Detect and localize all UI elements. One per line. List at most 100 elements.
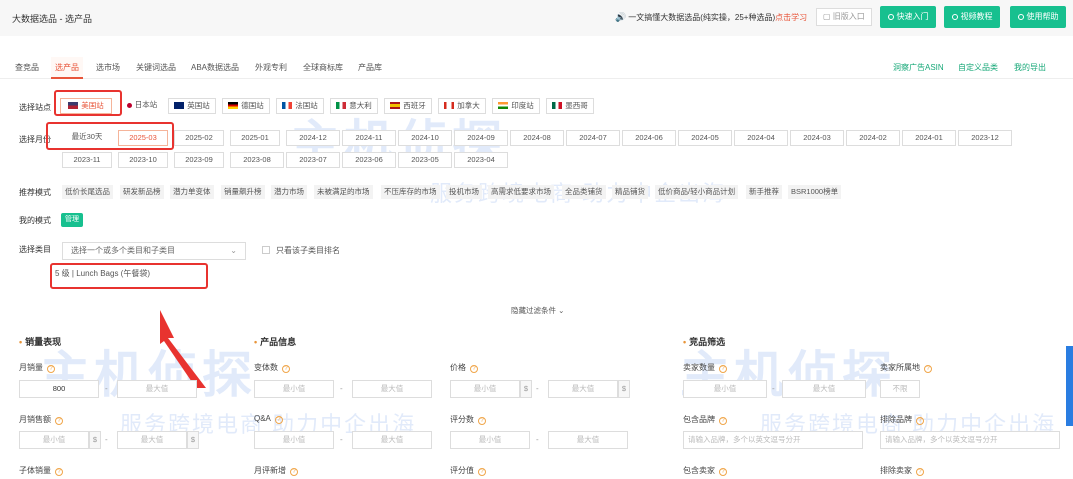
site-jp[interactable]: 日本站 xyxy=(122,98,162,114)
exclude-brand-input[interactable]: 请输入品牌，多个以英文逗号分开 xyxy=(880,431,1060,449)
monthly-revenue-label: 月销售额? xyxy=(19,414,63,425)
site-mx[interactable]: 墨西哥 xyxy=(546,98,594,114)
month-2024-08[interactable]: 2024-08 xyxy=(510,130,564,146)
tab-select-product[interactable]: 选产品 xyxy=(51,57,83,79)
mode-chip[interactable]: 潜力单变体 xyxy=(170,185,214,199)
help-button[interactable]: 使用帮助 xyxy=(1010,6,1066,28)
manage-button[interactable]: 管理 xyxy=(61,213,83,227)
mode-chip[interactable]: 低价长尾选品 xyxy=(62,185,113,199)
learn-link[interactable]: 点击学习 xyxy=(775,13,807,22)
help-icon: ? xyxy=(916,417,924,425)
tab-competitor[interactable]: 查竞品 xyxy=(15,57,39,79)
qa-max[interactable]: 最大值 xyxy=(352,431,432,449)
month-2023-12[interactable]: 2023-12 xyxy=(958,130,1012,146)
old-entry-button[interactable]: ▢ 旧版入口 xyxy=(816,8,872,26)
mode-chip[interactable]: 低价商品/轻小商品计划 xyxy=(655,185,739,199)
de-flag-icon xyxy=(228,102,239,109)
month-2023-07[interactable]: 2023-07 xyxy=(286,152,340,168)
month-2024-05[interactable]: 2024-05 xyxy=(678,130,732,146)
month-2024-03[interactable]: 2024-03 xyxy=(790,130,844,146)
seller-count-min[interactable]: 最小值 xyxy=(683,380,767,398)
help-icon: ? xyxy=(274,416,283,424)
quick-start-button[interactable]: 快速入门 xyxy=(880,6,936,28)
seller-count-max[interactable]: 最大值 xyxy=(782,380,866,398)
month-2024-09[interactable]: 2024-09 xyxy=(454,130,508,146)
month-2024-01[interactable]: 2024-01 xyxy=(902,130,956,146)
mode-chip[interactable]: 高需求低要求市场 xyxy=(488,185,554,199)
tab-custom-category[interactable]: 自定义品类 xyxy=(958,57,998,79)
mode-chip[interactable]: 投机市场 xyxy=(446,185,482,199)
price-min[interactable]: 最小值 xyxy=(450,380,520,398)
tab-patent[interactable]: 外观专利 xyxy=(255,57,287,79)
month-2023-09[interactable]: 2023-09 xyxy=(174,152,224,168)
month-2024-10[interactable]: 2024-10 xyxy=(398,130,452,146)
month-2023-10[interactable]: 2023-10 xyxy=(118,152,168,168)
review-count-max[interactable]: 最大值 xyxy=(548,431,628,449)
month-2023-08[interactable]: 2023-08 xyxy=(230,152,284,168)
monthly-revenue-max[interactable]: 最大值 xyxy=(117,431,187,449)
month-2024-06[interactable]: 2024-06 xyxy=(622,130,676,146)
tab-aba[interactable]: ABA数据选品 xyxy=(191,57,239,79)
mode-chip[interactable]: 不压库存的市场 xyxy=(381,185,440,199)
tab-ad-asin[interactable]: 洞察广告ASIN xyxy=(893,57,944,79)
month-2025-01[interactable]: 2025-01 xyxy=(230,130,280,146)
side-panel-tab[interactable] xyxy=(1066,346,1073,426)
month-2024-04[interactable]: 2024-04 xyxy=(734,130,788,146)
seller-location-label: 卖家所属地? xyxy=(880,362,932,373)
it-flag-icon xyxy=(336,102,347,109)
monthly-sales-label: 月销量? xyxy=(19,362,55,373)
site-fr[interactable]: 法国站 xyxy=(276,98,324,114)
include-brand-input[interactable]: 请输入品牌，多个以英文逗号分开 xyxy=(683,431,863,449)
price-max[interactable]: 最大值 xyxy=(548,380,618,398)
section-sales: • 销量表现 xyxy=(19,337,62,347)
month-2023-05[interactable]: 2023-05 xyxy=(398,152,452,168)
site-it[interactable]: 意大利 xyxy=(330,98,378,114)
month-2025-02[interactable]: 2025-02 xyxy=(174,130,224,146)
month-2024-11[interactable]: 2024-11 xyxy=(342,130,396,146)
currency-unit: $ xyxy=(618,380,630,398)
tab-keyword[interactable]: 关键词选品 xyxy=(136,57,176,79)
mode-chip[interactable]: BSR1000榜单 xyxy=(788,185,842,199)
site-de[interactable]: 德国站 xyxy=(222,98,270,114)
mode-chip[interactable]: 新手推荐 xyxy=(746,185,782,199)
qa-min[interactable]: 最小值 xyxy=(254,431,334,449)
monthly-revenue-min[interactable]: 最小值 xyxy=(19,431,89,449)
mode-chip[interactable]: 全品类铺货 xyxy=(562,185,606,199)
site-ca[interactable]: 加拿大 xyxy=(438,98,486,114)
tab-my-export[interactable]: 我的导出 xyxy=(1014,57,1046,79)
variants-max[interactable]: 最大值 xyxy=(352,380,432,398)
mode-chip[interactable]: 潜力市场 xyxy=(271,185,307,199)
mode-chip[interactable]: 研发新品榜 xyxy=(120,185,164,199)
tab-trademark[interactable]: 全球商标库 xyxy=(303,57,343,79)
subcategory-rank-checkbox[interactable] xyxy=(262,246,270,254)
seller-location-select[interactable]: 不限 xyxy=(880,380,920,398)
circle-icon xyxy=(887,14,894,20)
tab-select-market[interactable]: 选市场 xyxy=(96,57,120,79)
site-es[interactable]: 西班牙 xyxy=(384,98,432,114)
month-2024-02[interactable]: 2024-02 xyxy=(846,130,900,146)
video-tutorial-button[interactable]: 视频教程 xyxy=(944,6,1000,28)
mode-chip[interactable]: 销量飙升榜 xyxy=(221,185,265,199)
mode-chip[interactable]: 未被满足的市场 xyxy=(314,185,373,199)
site-in[interactable]: 印度站 xyxy=(492,98,540,114)
hide-filter-toggle[interactable]: 隐藏过滤条件 ⌄ xyxy=(511,305,564,316)
monthly-sales-min[interactable]: 800 xyxy=(19,380,99,398)
mode-label: 推荐模式 xyxy=(19,188,51,197)
notice-bar[interactable]: 🔊 一文搞懂大数据选品(纯实操，25+种选品)点击学习 xyxy=(615,12,807,23)
month-2023-06[interactable]: 2023-06 xyxy=(342,152,396,168)
variants-min[interactable]: 最小值 xyxy=(254,380,334,398)
month-2024-07[interactable]: 2024-07 xyxy=(566,130,620,146)
category-select[interactable]: 选择一个或多个类目和子类目 ⌄ xyxy=(62,242,246,260)
month-2023-04[interactable]: 2023-04 xyxy=(454,152,508,168)
month-2024-12[interactable]: 2024-12 xyxy=(286,130,340,146)
month-2023-11[interactable]: 2023-11 xyxy=(62,152,112,168)
tab-product-library[interactable]: 产品库 xyxy=(358,57,382,79)
monthly-sales-max[interactable]: 最大值 xyxy=(117,380,197,398)
site-uk[interactable]: 英国站 xyxy=(168,98,216,114)
currency-unit: $ xyxy=(187,431,199,449)
review-count-min[interactable]: 最小值 xyxy=(450,431,530,449)
help-icon: ? xyxy=(719,417,727,425)
mode-chip[interactable]: 精品铺货 xyxy=(612,185,648,199)
es-flag-icon xyxy=(390,102,401,109)
variants-label: 变体数? xyxy=(254,362,290,373)
